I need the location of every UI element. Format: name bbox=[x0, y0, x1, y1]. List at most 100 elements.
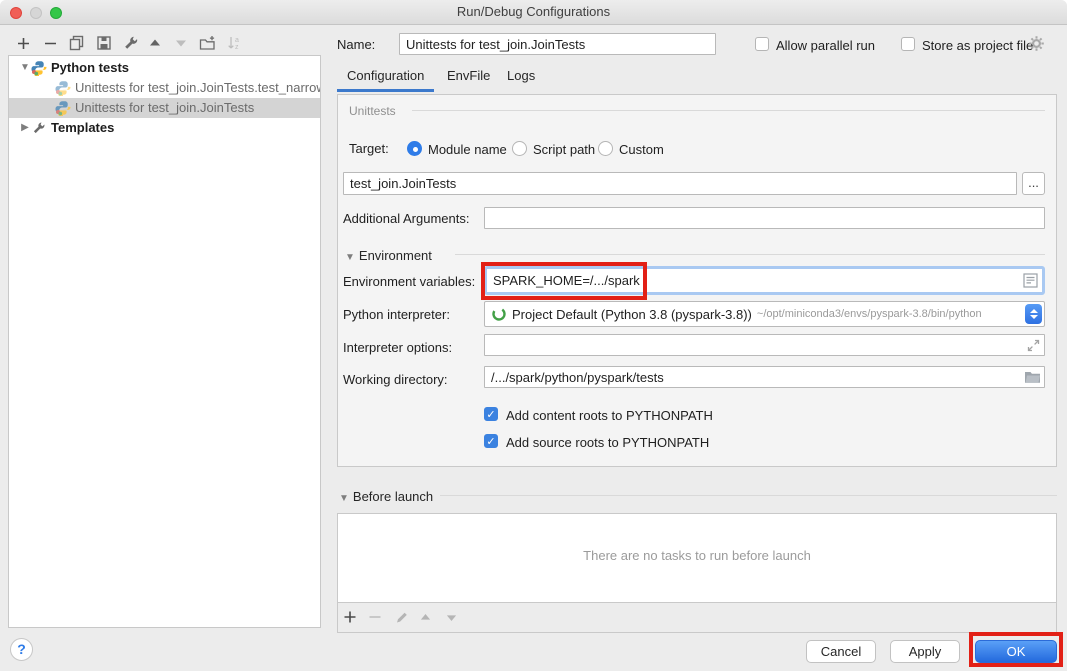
interpreter-value: Project Default (Python 3.8 (pyspark-3.8… bbox=[512, 307, 752, 322]
move-down-button[interactable] bbox=[172, 34, 190, 52]
add-configuration-button[interactable] bbox=[14, 34, 32, 52]
target-label: Target: bbox=[349, 141, 389, 156]
wrench-icon bbox=[31, 120, 47, 136]
target-custom-radio[interactable] bbox=[598, 141, 613, 156]
title-bar: Run/Debug Configurations bbox=[0, 0, 1067, 25]
chevron-down-icon[interactable]: ▼ bbox=[19, 58, 31, 78]
add-content-roots-checkbox[interactable]: ✓ bbox=[484, 407, 498, 421]
chevron-down-icon: ▼ bbox=[345, 252, 355, 263]
target-module-radio[interactable] bbox=[407, 141, 422, 156]
environment-variables-input[interactable] bbox=[487, 269, 1042, 292]
tab-envfile[interactable]: EnvFile bbox=[447, 68, 490, 92]
copy-configuration-button[interactable] bbox=[68, 34, 86, 52]
chevron-down-icon bbox=[1030, 315, 1038, 319]
target-script-radio[interactable] bbox=[512, 141, 527, 156]
sort-configurations-button[interactable]: az bbox=[225, 34, 243, 52]
python-interpreter-dropdown[interactable]: Project Default (Python 3.8 (pyspark-3.8… bbox=[484, 301, 1045, 327]
before-launch-section-header[interactable]: ▼ Before launch bbox=[339, 489, 433, 504]
section-divider bbox=[455, 254, 1045, 255]
python-test-icon bbox=[55, 100, 71, 116]
interpreter-path: ~/opt/miniconda3/envs/pyspark-3.8/bin/py… bbox=[757, 308, 982, 320]
triangle-up-icon bbox=[148, 36, 162, 50]
interpreter-dropdown-stepper[interactable] bbox=[1025, 304, 1042, 324]
tree-item-label: Python tests bbox=[51, 58, 129, 78]
sort-az-icon: az bbox=[226, 35, 242, 51]
browse-module-button[interactable]: ... bbox=[1022, 172, 1045, 195]
allow-parallel-run-checkbox[interactable] bbox=[755, 37, 769, 51]
remove-configuration-button[interactable] bbox=[41, 34, 59, 52]
save-configuration-button[interactable] bbox=[95, 34, 113, 52]
tree-item-test-narrow[interactable]: Unittests for test_join.JoinTests.test_n… bbox=[9, 78, 320, 98]
python-test-icon bbox=[55, 80, 71, 96]
move-task-down-button[interactable] bbox=[442, 608, 460, 626]
chevron-up-icon bbox=[1030, 309, 1038, 313]
before-launch-title: Before launch bbox=[353, 489, 433, 504]
environment-section-title: Environment bbox=[359, 248, 432, 263]
module-name-input[interactable] bbox=[343, 172, 1017, 195]
tree-item-label: Unittests for test_join.JoinTests bbox=[75, 98, 254, 118]
before-launch-empty-text: There are no tasks to run before launch bbox=[338, 548, 1056, 563]
allow-parallel-run-label: Allow parallel run bbox=[776, 38, 875, 53]
svg-text:a: a bbox=[235, 37, 239, 44]
svg-text:z: z bbox=[235, 44, 239, 51]
triangle-down-icon bbox=[174, 36, 188, 50]
wrench-icon bbox=[123, 35, 139, 51]
environment-variables-field-focus-ring bbox=[484, 266, 1045, 295]
folder-icon[interactable] bbox=[1024, 369, 1041, 387]
python-interpreter-label: Python interpreter: bbox=[343, 307, 450, 322]
save-icon bbox=[96, 35, 112, 51]
copy-icon bbox=[69, 35, 85, 51]
additional-arguments-input[interactable] bbox=[484, 207, 1045, 229]
gear-icon[interactable] bbox=[1028, 35, 1045, 55]
remove-task-button[interactable] bbox=[366, 608, 384, 626]
environment-section-header[interactable]: ▼ Environment bbox=[345, 248, 432, 263]
expand-field-icon[interactable] bbox=[1026, 338, 1041, 356]
target-module-label: Module name bbox=[428, 142, 507, 157]
ok-button[interactable]: OK bbox=[975, 640, 1057, 663]
edit-task-button[interactable] bbox=[393, 608, 411, 626]
name-input[interactable] bbox=[399, 33, 716, 55]
configurations-tree: ▼ Python tests Unittests for test_join.J… bbox=[8, 55, 321, 628]
environment-variables-label: Environment variables: bbox=[343, 274, 475, 289]
run-debug-configurations-dialog: Run/Debug Configurations az ▼ Python tes… bbox=[0, 0, 1067, 671]
add-source-roots-label: Add source roots to PYTHONPATH bbox=[506, 435, 709, 450]
edit-templates-button[interactable] bbox=[122, 34, 140, 52]
plus-icon bbox=[16, 36, 31, 51]
tree-group-python-tests[interactable]: ▼ Python tests bbox=[9, 58, 320, 78]
window-title: Run/Debug Configurations bbox=[0, 4, 1067, 19]
tree-item-jointests-selected[interactable]: Unittests for test_join.JoinTests bbox=[9, 98, 320, 118]
chevron-down-icon: ▼ bbox=[339, 493, 349, 504]
help-button[interactable]: ? bbox=[10, 638, 33, 661]
add-source-roots-checkbox[interactable]: ✓ bbox=[484, 434, 498, 448]
name-label: Name: bbox=[337, 37, 375, 52]
active-tab-underline bbox=[337, 89, 434, 92]
section-divider bbox=[440, 495, 1057, 496]
chevron-right-icon[interactable]: ▶ bbox=[19, 118, 31, 138]
tree-item-label: Unittests for test_join.JoinTests.test_n… bbox=[75, 78, 320, 98]
target-custom-label: Custom bbox=[619, 142, 664, 157]
add-task-button[interactable] bbox=[341, 608, 359, 626]
minus-icon bbox=[43, 36, 58, 51]
tab-logs[interactable]: Logs bbox=[507, 68, 535, 92]
add-content-roots-label: Add content roots to PYTHONPATH bbox=[506, 408, 713, 423]
tree-group-templates[interactable]: ▶ Templates bbox=[9, 118, 320, 138]
tree-item-label: Templates bbox=[51, 118, 114, 138]
working-directory-input[interactable] bbox=[484, 366, 1045, 388]
move-up-button[interactable] bbox=[146, 34, 164, 52]
browse-variables-icon[interactable] bbox=[1023, 273, 1038, 291]
working-directory-label: Working directory: bbox=[343, 372, 448, 387]
apply-button[interactable]: Apply bbox=[890, 640, 960, 663]
create-folder-button[interactable] bbox=[198, 34, 216, 52]
store-as-project-file-checkbox[interactable] bbox=[901, 37, 915, 51]
cancel-button[interactable]: Cancel bbox=[806, 640, 876, 663]
conda-env-icon bbox=[491, 306, 507, 322]
group-divider bbox=[412, 110, 1045, 111]
new-folder-icon bbox=[199, 35, 216, 51]
target-script-label: Script path bbox=[533, 142, 595, 157]
python-icon bbox=[31, 60, 47, 76]
store-as-project-file-label: Store as project file bbox=[922, 38, 1033, 53]
move-task-up-button[interactable] bbox=[416, 608, 434, 626]
interpreter-options-input[interactable] bbox=[484, 334, 1045, 356]
additional-arguments-label: Additional Arguments: bbox=[343, 211, 469, 226]
unittests-group-title: Unittests bbox=[349, 104, 396, 118]
